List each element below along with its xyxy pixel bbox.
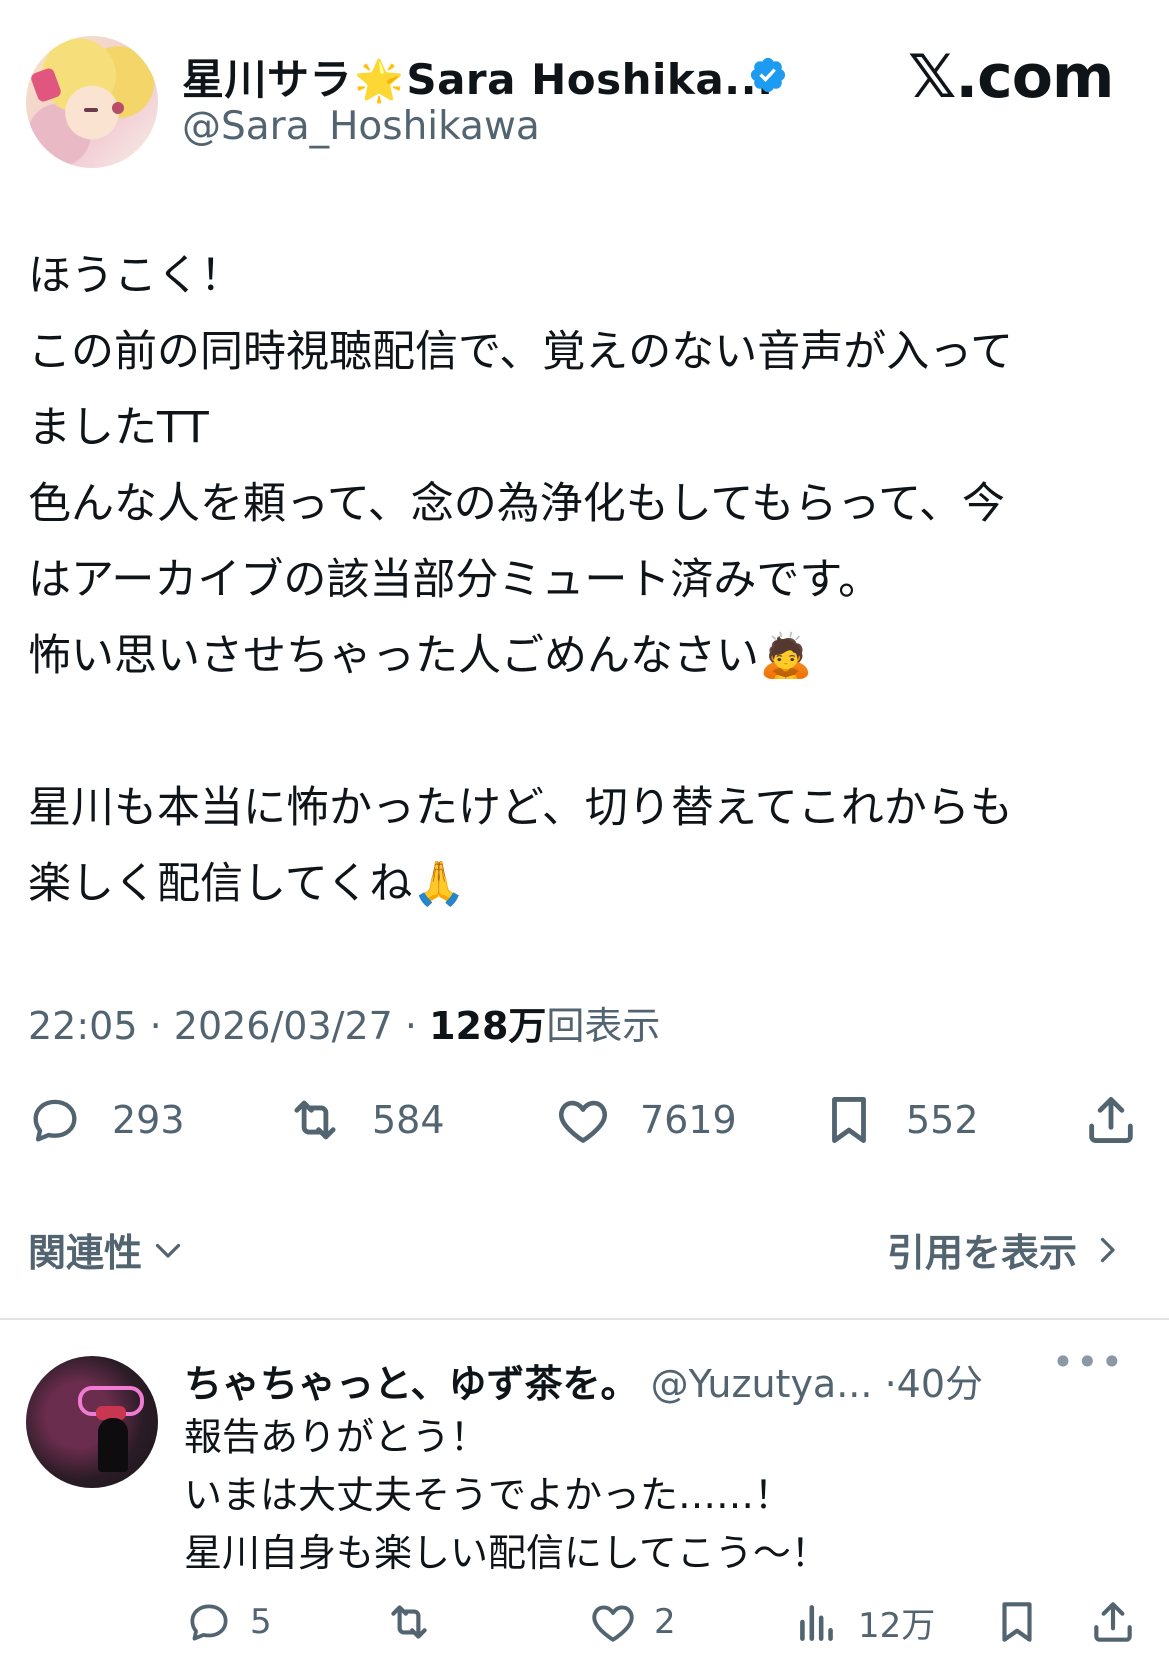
author-avatar[interactable]: [26, 36, 158, 168]
views-label: 回表示: [546, 1004, 661, 1048]
reply-icon: [33, 1099, 77, 1142]
author-display-name[interactable]: 星川サラ🌟Sara Hoshika...: [182, 46, 774, 107]
avatar-eye-right: [112, 102, 124, 114]
retweet-count: 584: [372, 1098, 445, 1142]
reply-retweet-button[interactable]: [384, 1596, 450, 1648]
tweet-meta: 22:05 · 2026/03/27 · 128万回表示: [28, 995, 660, 1050]
bookmark-count: 552: [906, 1098, 979, 1142]
avatar-figure: [98, 1418, 128, 1472]
retweet-icon: [294, 1100, 336, 1140]
reply-like-count: 2: [654, 1602, 676, 1642]
like-icon: [592, 1605, 634, 1642]
bookmark-button[interactable]: 552: [820, 1090, 979, 1150]
reply-avatar[interactable]: [26, 1356, 158, 1488]
sort-label: 関連性: [28, 1231, 143, 1275]
chevron-down-icon: [155, 1243, 181, 1258]
reply-reply-button[interactable]: 5: [184, 1596, 272, 1648]
tweet-time[interactable]: 22:05: [28, 1004, 138, 1048]
avatar-eye-left: [84, 108, 98, 112]
bookmark-icon: [1002, 1602, 1032, 1642]
avatar-ribbon: [29, 66, 63, 104]
share-button[interactable]: [1082, 1090, 1140, 1150]
reply-text: 報告ありがとう！ いまは大丈夫そうでよかった……！ 星川自身も楽しい配信にしてこ…: [184, 1415, 829, 1575]
like-count: 7619: [640, 1098, 737, 1142]
verified-badge-icon: [750, 57, 786, 93]
reply-icon: [190, 1604, 228, 1641]
author-handle[interactable]: @Sara_Hoshikawa: [182, 104, 540, 149]
reply-count: 293: [112, 1098, 185, 1142]
views-count: 128万: [429, 1004, 547, 1048]
reply-share-button[interactable]: [1088, 1596, 1138, 1648]
author-name-jp: 星川サラ: [182, 55, 353, 104]
retweet-button[interactable]: 584: [286, 1090, 445, 1150]
chevron-right-icon: [1100, 1237, 1115, 1262]
reply-views-count: 12万: [858, 1605, 936, 1646]
reply-reply-count: 5: [250, 1602, 272, 1642]
meta-separator: ·: [884, 1362, 897, 1406]
reply-bookmark-button[interactable]: [992, 1596, 1042, 1648]
reply-author-handle[interactable]: @Yuzutya...: [651, 1362, 873, 1406]
meta-separator: ·: [404, 1004, 430, 1048]
bookmark-icon: [832, 1097, 866, 1143]
divider: [0, 1318, 1169, 1320]
retweet-icon: [391, 1605, 427, 1639]
more-icon[interactable]: •••: [1052, 1340, 1125, 1384]
share-icon: [1089, 1097, 1133, 1143]
quotes-label: 引用を表示: [886, 1231, 1077, 1275]
star-icon: 🌟: [354, 58, 405, 104]
reply-button[interactable]: 293: [26, 1090, 185, 1150]
reply-header: ちゃちゃっと、ゆず茶を。 @Yuzutya... ·40分: [184, 1353, 983, 1408]
reply-time[interactable]: 40分: [897, 1362, 983, 1406]
meta-separator: ·: [149, 1004, 174, 1048]
like-icon: [559, 1100, 607, 1143]
share-icon: [1094, 1602, 1132, 1642]
tweet-date[interactable]: 2026/03/27: [174, 1004, 393, 1048]
like-button[interactable]: 7619: [554, 1090, 737, 1150]
sort-dropdown[interactable]: 関連性: [28, 1222, 186, 1277]
author-name-en: Sara Hoshika...: [406, 55, 774, 104]
views-icon: [800, 1605, 833, 1641]
site-logo: 𝕏.com: [908, 42, 1114, 112]
reply-views-button[interactable]: 12万: [792, 1596, 935, 1648]
reply-author-name[interactable]: ちゃちゃっと、ゆず茶を。: [184, 1362, 638, 1406]
reply-like-button[interactable]: 2: [588, 1596, 676, 1648]
tweet-text: ほうこく！ この前の同時視聴配信で、覚えのない音声が入って ましたTT 色んな人…: [28, 251, 1014, 909]
view-quotes-link[interactable]: 引用を表示: [887, 1222, 1125, 1277]
